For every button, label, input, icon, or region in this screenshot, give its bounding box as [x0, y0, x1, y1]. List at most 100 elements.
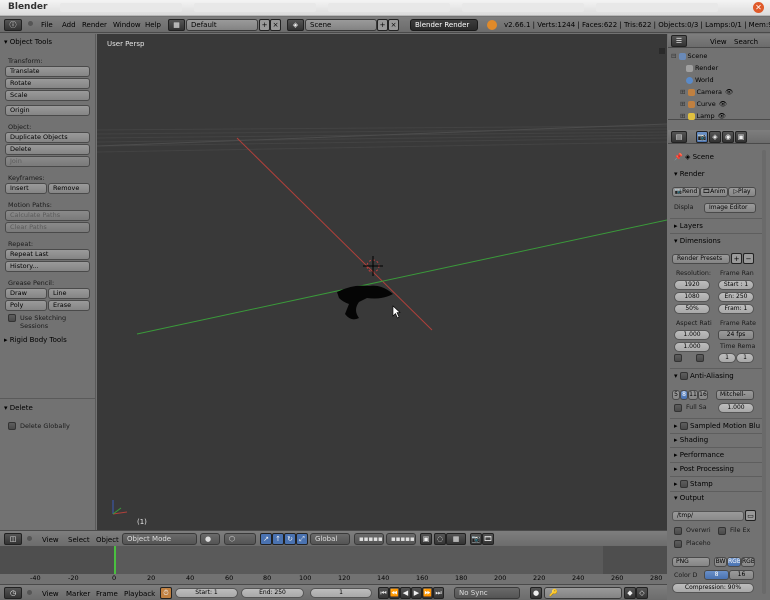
translate-button[interactable]: Translate — [5, 66, 90, 77]
object-menu[interactable]: Object — [96, 536, 119, 544]
menu-window[interactable]: Window — [113, 21, 141, 29]
snap-icon[interactable]: ◌ — [434, 533, 446, 545]
outliner-item-world[interactable]: World — [686, 76, 714, 84]
prev-keyframe-icon[interactable]: ⏪ — [389, 587, 400, 599]
eye-icon[interactable]: 👁 — [725, 88, 733, 96]
opengl-render-icon[interactable]: 📷 — [470, 533, 482, 545]
render-anim-button[interactable]: 🎞Anim — [700, 187, 728, 197]
editor-type-icon[interactable]: ⓘ — [4, 19, 22, 31]
motion-blur-panel-header[interactable]: ▸ Sampled Motion Blu — [674, 422, 760, 430]
scale-button[interactable]: Scale — [5, 90, 90, 101]
aa-filter-select[interactable]: Mitchell- — [716, 390, 754, 400]
play-reverse-icon[interactable]: ◀ — [400, 587, 411, 599]
resolution-x-field[interactable]: 1920 — [674, 280, 710, 290]
join-button[interactable]: Join — [5, 156, 90, 167]
dimensions-panel-header[interactable]: ▾ Dimensions — [674, 237, 721, 245]
scene-tab-icon[interactable]: ◈ — [709, 131, 721, 143]
duplicate-objects-button[interactable]: Duplicate Objects — [5, 132, 90, 143]
delete-keyframe-icon[interactable]: ◇ — [636, 587, 648, 599]
anti-aliasing-panel-header[interactable]: ▾ Anti-Aliasing — [674, 372, 734, 380]
anti-aliasing-checkbox[interactable] — [679, 372, 688, 380]
pivot-point-select[interactable]: ⬡ — [224, 533, 256, 545]
menu-file[interactable]: File — [41, 21, 53, 29]
render-engine-select[interactable]: Blender Render — [410, 19, 478, 31]
history-button[interactable]: History... — [5, 261, 90, 272]
jump-end-icon[interactable]: ⏭ — [433, 587, 444, 599]
aa-samples-8[interactable]: 8 — [680, 390, 688, 400]
curve-object[interactable] — [337, 285, 393, 320]
translate-manipulator-icon[interactable]: ↑ — [272, 533, 284, 545]
resolution-percent-field[interactable]: 50% — [674, 304, 710, 314]
performance-panel-header[interactable]: ▸ Performance — [674, 451, 724, 459]
crop-checkbox[interactable] — [696, 354, 704, 362]
viewport-shading-select[interactable]: ● — [200, 533, 220, 545]
frame-end-field[interactable]: En: 250 — [718, 292, 754, 302]
sketching-sessions-checkbox[interactable] — [8, 314, 16, 322]
draw-button[interactable]: Draw — [5, 288, 47, 299]
aa-samples-11[interactable]: 11 — [688, 390, 698, 400]
color-mode-rgb[interactable]: RGB — [727, 557, 741, 567]
frame-menu[interactable]: Frame — [96, 590, 118, 598]
stamp-panel-header[interactable]: ▸ Stamp — [674, 480, 713, 488]
end-frame-field[interactable]: End: 250 — [241, 588, 304, 598]
repeat-last-button[interactable]: Repeat Last — [5, 249, 90, 260]
mode-select[interactable]: Object Mode — [122, 533, 197, 545]
view3d-editor-icon[interactable]: ◫ — [4, 533, 22, 545]
origin-button[interactable]: Origin — [5, 105, 90, 116]
scene-icon[interactable]: ◈ — [287, 19, 304, 31]
object-tab-icon[interactable]: ▣ — [735, 131, 747, 143]
aspect-y-field[interactable]: 1.000 — [674, 342, 710, 352]
poly-button[interactable]: Poly — [5, 300, 47, 311]
object-tools-header[interactable]: ▾ Object Tools — [4, 38, 52, 46]
resolution-y-field[interactable]: 1080 — [674, 292, 710, 302]
time-remap-old-field[interactable]: 1 — [718, 353, 736, 363]
add-preset-icon[interactable]: + — [731, 253, 742, 264]
outliner-item-camera[interactable]: ⊞ Camera 👁 — [680, 88, 733, 96]
screen-layout-icon[interactable]: ▦ — [168, 19, 185, 31]
add-screen-icon[interactable]: + — [259, 19, 270, 31]
color-depth-8[interactable]: 8 — [704, 570, 729, 580]
render-tab-icon[interactable]: 📷 — [696, 131, 708, 143]
clear-paths-button[interactable]: Clear Paths — [5, 222, 90, 233]
remove-scene-icon[interactable]: × — [388, 19, 399, 31]
stamp-checkbox[interactable] — [679, 480, 688, 488]
timeline-view-menu[interactable]: View — [42, 590, 59, 598]
frame-step-field[interactable]: Fram: 1 — [718, 304, 754, 314]
next-keyframe-icon[interactable]: ⏩ — [422, 587, 433, 599]
aa-samples-5[interactable]: 5 — [672, 390, 680, 400]
aspect-x-field[interactable]: 1.000 — [674, 330, 710, 340]
render-still-button[interactable]: 📷Rend — [672, 187, 700, 197]
3d-cursor-icon[interactable] — [363, 256, 383, 276]
folder-icon[interactable]: ▭ — [745, 510, 756, 521]
insert-keyframe-button[interactable]: Insert — [5, 183, 47, 194]
compression-slider[interactable]: Compression: 90% — [672, 583, 754, 593]
remove-keyframe-button[interactable]: Remove — [48, 183, 90, 194]
close-icon[interactable]: ✕ — [753, 2, 764, 13]
aa-size-field[interactable]: 1.000 — [718, 403, 754, 413]
erase-button[interactable]: Erase — [48, 300, 90, 311]
timeline[interactable]: -40 -20 0 20 40 60 80 100 120 140 160 18… — [0, 546, 667, 584]
eye-icon[interactable]: 👁 — [719, 100, 727, 108]
menu-add[interactable]: Add — [62, 21, 76, 29]
properties-scrollbar[interactable] — [762, 150, 766, 594]
border-checkbox[interactable] — [674, 354, 682, 362]
outliner-item-lamp[interactable]: ⊞ Lamp 👁 — [680, 112, 726, 120]
full-sample-checkbox[interactable] — [674, 404, 682, 412]
file-extensions-checkbox[interactable] — [718, 527, 726, 535]
opengl-anim-icon[interactable]: 🎞 — [482, 533, 494, 545]
file-format-select[interactable]: PNG — [672, 557, 710, 567]
outliner-item-curve[interactable]: ⊞ Curve 👁 — [680, 100, 727, 108]
output-path-field[interactable]: /tmp/ — [672, 511, 744, 521]
color-mode-bw[interactable]: BW — [714, 557, 727, 567]
current-frame-field[interactable]: 1 — [310, 588, 372, 598]
jump-start-icon[interactable]: ⏮ — [378, 587, 389, 599]
marker-menu[interactable]: Marker — [66, 590, 90, 598]
start-frame-field[interactable]: Start: 1 — [175, 588, 238, 598]
select-menu[interactable]: Select — [68, 536, 90, 544]
layers-panel-header[interactable]: ▸ Layers — [674, 222, 703, 230]
placeholders-checkbox[interactable] — [674, 540, 682, 548]
remove-preset-icon[interactable]: − — [743, 253, 754, 264]
sync-mode-select[interactable]: No Sync — [454, 587, 520, 599]
properties-toggle-icon[interactable] — [659, 48, 665, 54]
time-remap-new-field[interactable]: 1 — [736, 353, 754, 363]
